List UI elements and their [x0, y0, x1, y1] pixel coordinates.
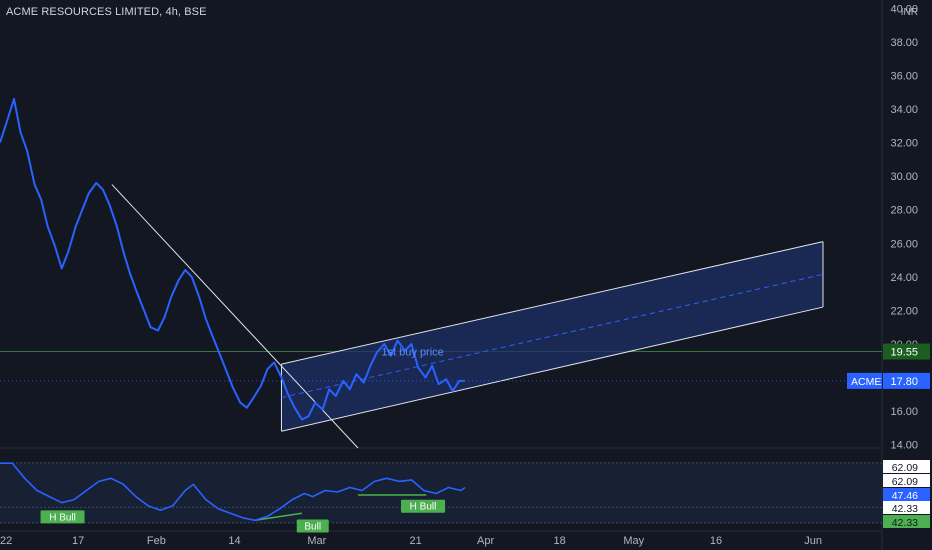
y-tick-label: 14.00 — [890, 440, 918, 452]
osc-label: 62.09 — [892, 476, 918, 488]
y-unit-label: INR — [901, 7, 918, 18]
annotation-text: 1st buy price — [381, 347, 443, 359]
chart-title: ACME RESOURCES LIMITED, 4h, BSE — [6, 6, 207, 18]
channel-fill — [281, 241, 823, 432]
price-label: 17.80 — [890, 376, 918, 388]
x-tick-label: 2022 — [0, 535, 12, 547]
y-tick-label: 36.00 — [890, 71, 918, 83]
osc-label: 42.33 — [892, 517, 918, 529]
x-tick-label: 18 — [554, 535, 566, 547]
x-tick-label: May — [623, 535, 644, 547]
x-tick-label: Feb — [147, 535, 166, 547]
bull-marker: H Bull — [49, 512, 76, 523]
level-label: 19.55 — [890, 347, 918, 359]
bull-marker: Bull — [304, 521, 321, 532]
chart-canvas[interactable]: 14.0016.0018.0020.0022.0024.0026.0028.00… — [0, 0, 932, 550]
y-tick-label: 22.00 — [890, 305, 918, 317]
y-tick-label: 32.00 — [890, 138, 918, 150]
bull-marker: H Bull — [410, 502, 437, 513]
y-tick-label: 16.00 — [890, 406, 918, 418]
x-tick-label: 21 — [409, 535, 421, 547]
y-tick-label: 30.00 — [890, 171, 918, 183]
x-tick-label: 16 — [710, 535, 722, 547]
x-tick-label: Jun — [804, 535, 822, 547]
price-label-series: ACME — [851, 376, 881, 388]
y-tick-label: 28.00 — [890, 205, 918, 217]
y-tick-label: 24.00 — [890, 272, 918, 284]
y-tick-label: 38.00 — [890, 37, 918, 49]
osc-label: 47.46 — [892, 490, 918, 502]
osc-label: 42.33 — [892, 503, 918, 515]
osc-label: 62.09 — [892, 462, 918, 474]
y-tick-label: 34.00 — [890, 104, 918, 116]
x-tick-label: 17 — [72, 535, 84, 547]
x-tick-label: Mar — [307, 535, 326, 547]
x-tick-label: 14 — [228, 535, 240, 547]
y-tick-label: 26.00 — [890, 238, 918, 250]
x-tick-label: Apr — [477, 535, 494, 547]
